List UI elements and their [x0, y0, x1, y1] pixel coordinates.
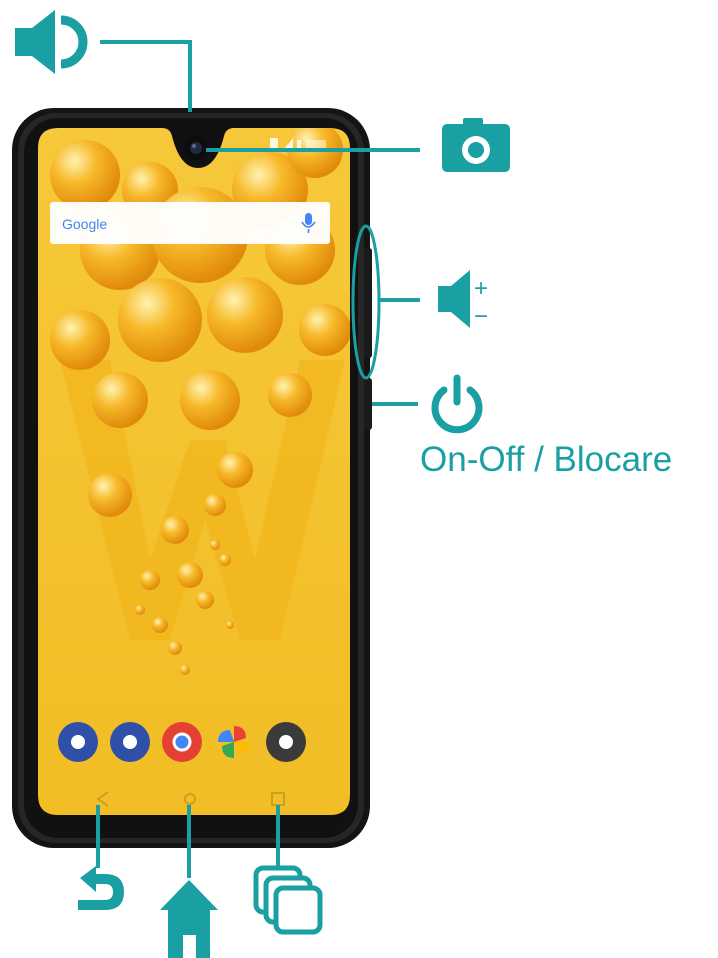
volume-callout: + −	[351, 224, 488, 380]
speaker-icon	[15, 10, 88, 74]
camera-app-icon[interactable]	[266, 722, 306, 762]
front-camera	[184, 136, 208, 160]
volume-plus-sign: +	[474, 275, 488, 302]
power-button	[364, 378, 372, 430]
messages-app-icon[interactable]	[110, 722, 150, 762]
power-label: On-Off / Blocare	[420, 440, 673, 479]
phone-app-icon[interactable]	[58, 722, 98, 762]
earpiece-callout	[15, 10, 192, 112]
power-callout	[372, 374, 483, 434]
back-arrow-icon	[78, 866, 124, 910]
volume-minus-sign: −	[474, 303, 488, 330]
google-search-bar[interactable]: Google	[50, 202, 330, 244]
chrome-app-icon[interactable]	[162, 722, 202, 762]
recent-apps-icon	[253, 865, 323, 935]
power-icon	[431, 374, 483, 434]
home-icon	[160, 880, 218, 958]
google-logo: Google	[62, 216, 107, 232]
volume-plus-minus-icon: + −	[438, 270, 488, 330]
volume-rocker	[364, 248, 372, 358]
phone-screen: Google	[38, 128, 350, 815]
camera-icon	[442, 118, 510, 172]
